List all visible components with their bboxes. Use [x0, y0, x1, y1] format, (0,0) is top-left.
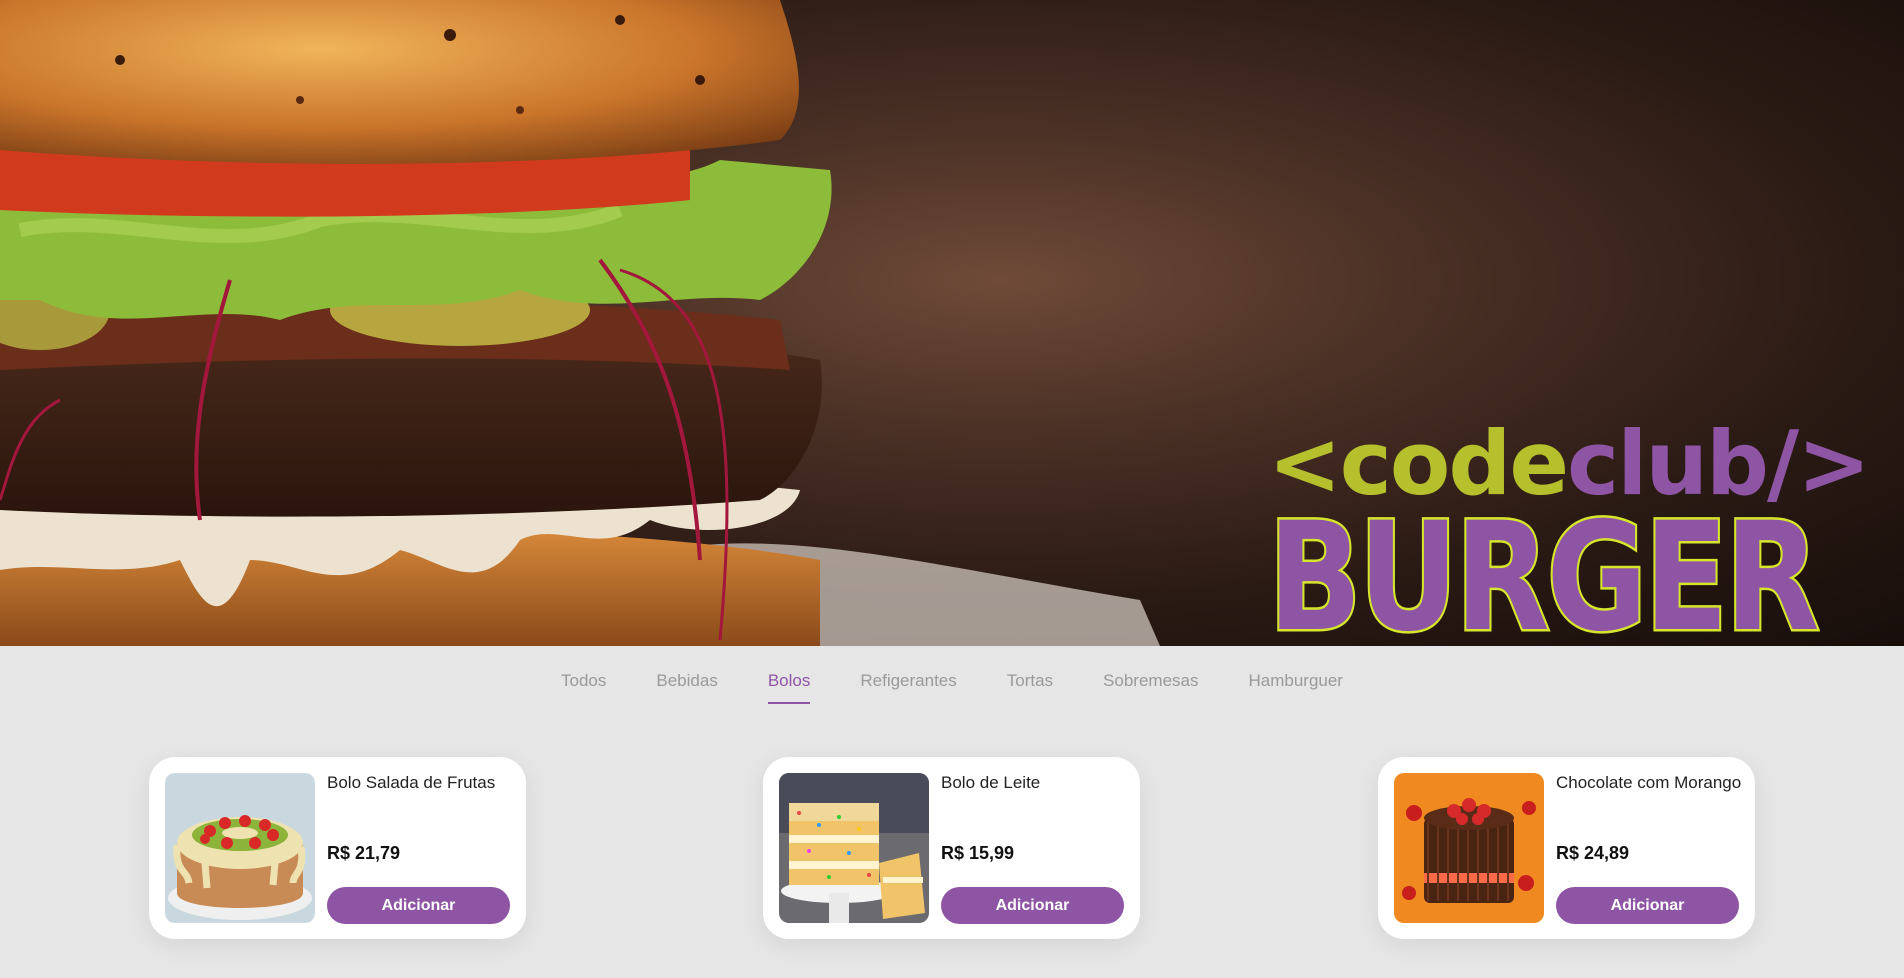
product-image [165, 773, 315, 923]
tab-bolos[interactable]: Bolos [743, 664, 836, 704]
codeclub-burger-logo: <codeclub/> BURGER [1266, 416, 1880, 647]
product-image [779, 773, 929, 923]
add-to-cart-button[interactable]: Adicionar [941, 887, 1124, 924]
category-tabs: Todos Bebidas Bolos Refigerantes Tortas … [0, 664, 1904, 704]
product-price: R$ 21,79 [327, 843, 401, 863]
product-name: Bolo Salada de Frutas [327, 773, 496, 792]
product-card: Bolo de Leite R$ 15,99 Adicionar [763, 757, 1140, 939]
product-name: Chocolate com Morango [1556, 773, 1742, 792]
tab-refigerantes[interactable]: Refigerantes [835, 664, 981, 704]
product-card: Chocolate com Morango R$ 24,89 Adicionar [1378, 757, 1755, 939]
product-list: Bolo Salada de Frutas R$ 21,79 Adicionar [149, 757, 1755, 939]
product-price: R$ 24,89 [1556, 843, 1630, 863]
hero-banner: <codeclub/> BURGER [0, 0, 1904, 646]
tab-bebidas[interactable]: Bebidas [631, 664, 742, 704]
product-card: Bolo Salada de Frutas R$ 21,79 Adicionar [149, 757, 526, 939]
product-price: R$ 15,99 [941, 843, 1015, 863]
product-name: Bolo de Leite [941, 773, 1041, 792]
add-to-cart-button[interactable]: Adicionar [1556, 887, 1739, 924]
tab-todos[interactable]: Todos [536, 664, 631, 704]
product-image [1394, 773, 1544, 923]
tab-tortas[interactable]: Tortas [982, 664, 1078, 704]
tab-hamburguer[interactable]: Hamburguer [1223, 664, 1368, 704]
tab-sobremesas[interactable]: Sobremesas [1078, 664, 1223, 704]
add-to-cart-button[interactable]: Adicionar [327, 887, 510, 924]
logo-burger-text: BURGER [1266, 491, 1822, 647]
